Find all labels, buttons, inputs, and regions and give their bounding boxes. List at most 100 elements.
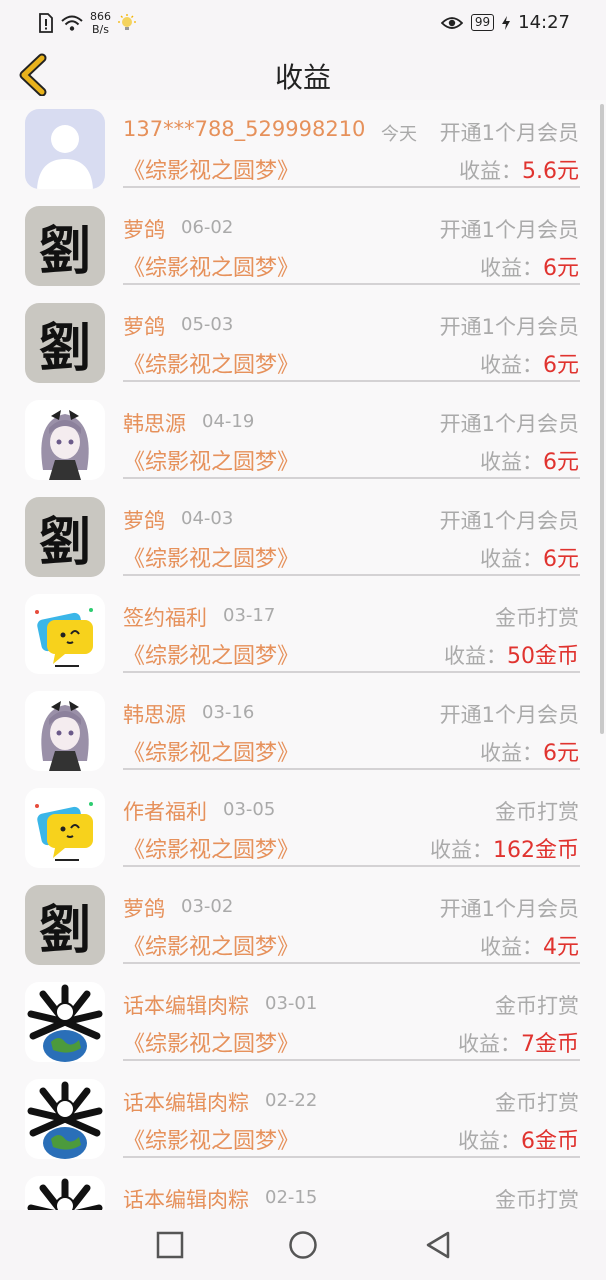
book-title: 《综影视之圆梦》 (123, 450, 300, 475)
row-divider (123, 865, 580, 867)
earning: 收益：6元 (480, 347, 579, 379)
record-date: 03-01 (265, 993, 318, 1014)
clock: 14:27 (518, 12, 570, 33)
record-date: 03-16 (202, 702, 255, 723)
earning-label: 收益： (430, 838, 493, 862)
bulb-icon (118, 14, 136, 30)
network-speed: 866 B/s (90, 10, 111, 36)
eye-comfort-icon (440, 16, 463, 29)
earning: 收益：7金币 (458, 1026, 579, 1058)
globe-avatar (25, 982, 105, 1062)
book-title: 《综影视之圆梦》 (123, 1032, 300, 1057)
record-type: 开通1个月会员 (439, 509, 579, 533)
record-type: 金币打赏 (495, 606, 579, 630)
earning-label: 收益： (458, 1129, 521, 1153)
earning-label: 收益： (480, 450, 543, 474)
record-type: 开通1个月会员 (439, 897, 579, 921)
sim-alert-icon (39, 13, 53, 33)
row-divider (123, 477, 580, 479)
book-title: 《综影视之圆梦》 (123, 644, 300, 669)
earning: 收益：6元 (480, 250, 579, 282)
record-type: 开通1个月会员 (439, 703, 579, 727)
square-icon (156, 1231, 184, 1259)
earning-amount: 6元 (543, 450, 579, 475)
earning: 收益：6金币 (458, 1123, 579, 1155)
earning-amount: 6金币 (521, 1129, 579, 1154)
user-name: 萝鸽 (123, 509, 165, 533)
user-name: 话本编辑肉粽 (123, 1188, 249, 1210)
user-name: 韩思源 (123, 703, 186, 727)
user-name: 话本编辑肉粽 (123, 994, 249, 1018)
row-divider (123, 283, 580, 285)
network-speed-unit: B/s (92, 23, 109, 36)
earning: 收益：6元 (480, 541, 579, 573)
record-type: 开通1个月会员 (439, 121, 579, 145)
record-date: 03-05 (223, 799, 276, 820)
user-name: 韩思源 (123, 412, 186, 436)
earning: 收益：6元 (480, 735, 579, 767)
chat-bubble-avatar (25, 594, 105, 674)
earning-amount: 4元 (543, 935, 579, 960)
earnings-row[interactable]: 话本编辑肉粽 03-01 金币打赏《综影视之圆梦》 收益：7金币 (0, 973, 606, 1070)
earnings-row[interactable]: 韩思源 04-19 开通1个月会员《综影视之圆梦》 收益：6元 (0, 391, 606, 488)
record-date: 02-22 (265, 1090, 318, 1111)
earning: 收益：5.6元 (459, 153, 579, 185)
scrollbar[interactable] (600, 104, 604, 734)
user-name: 签约福利 (123, 606, 207, 630)
status-left: 866 B/s (38, 10, 137, 36)
page-title: 收益 (274, 61, 331, 94)
record-date: 04-03 (181, 508, 234, 529)
charging-icon (502, 15, 511, 30)
record-date: 04-19 (202, 411, 255, 432)
book-title: 《综影视之圆梦》 (123, 353, 300, 378)
record-type: 金币打赏 (495, 800, 579, 824)
earning-amount: 6元 (543, 353, 579, 378)
earning-amount: 6元 (543, 256, 579, 281)
system-nav-bar (0, 1210, 606, 1280)
earning: 收益：50金币 (444, 638, 579, 670)
book-title: 《综影视之圆梦》 (123, 547, 300, 572)
user-name: 137***788_529998210 (123, 117, 366, 141)
earning-label: 收益： (459, 159, 522, 183)
liu-character-avatar: 劉 (25, 206, 105, 286)
row-divider (123, 380, 580, 382)
record-type: 开通1个月会员 (439, 412, 579, 436)
back-nav-button[interactable] (423, 1230, 453, 1260)
triangle-back-icon (426, 1231, 450, 1259)
default-user-avatar (25, 109, 105, 189)
earnings-list[interactable]: 137***788_529998210 今天 开通1个月会员 《综影视之圆梦》 收益：5… (0, 100, 606, 1210)
record-type: 开通1个月会员 (439, 218, 579, 242)
earnings-row[interactable]: 签约福利 03-17 金币打赏 《综影视之圆梦》 收益：50金币 (0, 585, 606, 682)
earning-label: 收益： (480, 935, 543, 959)
record-date: 03-02 (181, 896, 234, 917)
earnings-row[interactable]: 137***788_529998210 今天 开通1个月会员 《综影视之圆梦》 收益：5… (0, 100, 606, 197)
earning-amount: 50金币 (507, 644, 579, 669)
earnings-row[interactable]: 话本编辑肉粽 02-22 金币打赏 《综影视之圆梦》 收益：6金币 (0, 1070, 606, 1167)
earnings-row[interactable]: 话本编辑肉粽 02-15 金币打赏 (0, 1167, 606, 1210)
user-name: 萝鸽 (123, 218, 165, 242)
earning-amount: 7金币 (521, 1032, 579, 1057)
earning: 收益：4元 (480, 929, 579, 961)
wifi-icon (61, 15, 83, 31)
earnings-row[interactable]: 劉萝鸽 05-03 开通1个月会员 《综影视之圆梦》 收益：6元 (0, 294, 606, 391)
record-type: 金币打赏 (495, 994, 579, 1018)
user-name: 萝鸽 (123, 897, 165, 921)
row-divider (123, 768, 580, 770)
book-title: 《综影视之圆梦》 (123, 256, 300, 281)
earnings-row[interactable]: 劉萝鸽 03-02 开通1个月会员 《综影视之圆梦》 收益：4元 (0, 876, 606, 973)
recent-apps-button[interactable] (155, 1230, 185, 1260)
record-type: 金币打赏 (495, 1188, 579, 1210)
earnings-row[interactable]: 劉萝鸽 04-03 开通1个月会员 《综影视之圆梦》 收益：6元 (0, 488, 606, 585)
earnings-row[interactable]: 劉萝鸽 06-02 开通1个月会员《综影视之圆梦》 收益：6元 (0, 197, 606, 294)
anime-girl-avatar (25, 400, 105, 480)
liu-character-avatar: 劉 (25, 303, 105, 383)
earning-label: 收益： (480, 353, 543, 377)
earning-label: 收益： (480, 547, 543, 571)
earning-amount: 5.6元 (522, 159, 579, 184)
home-button[interactable] (288, 1230, 318, 1260)
earnings-row[interactable]: 作者福利 03-05 金币打赏 《综影视之圆梦》 收益：162金币 (0, 779, 606, 876)
earnings-row[interactable]: 韩思源 03-16 开通1个月会员 《综影视之圆梦》 收益：6元 (0, 682, 606, 779)
record-date: 06-02 (181, 217, 234, 238)
record-date: 今天 (381, 124, 417, 145)
record-type: 开通1个月会员 (439, 315, 579, 339)
